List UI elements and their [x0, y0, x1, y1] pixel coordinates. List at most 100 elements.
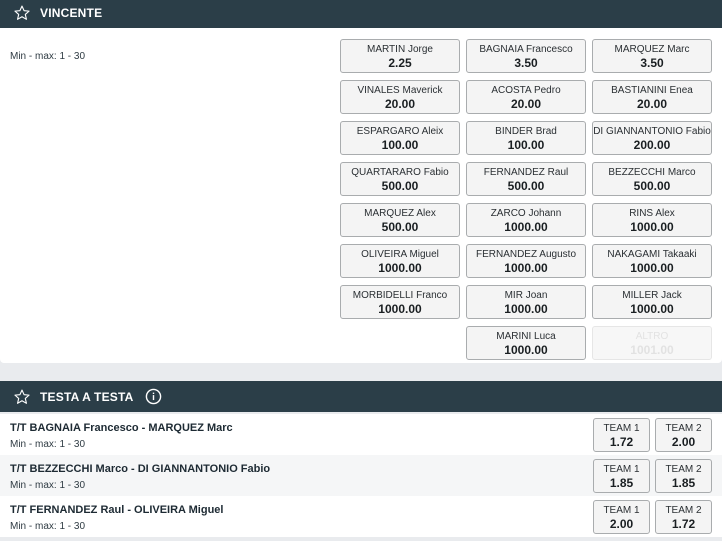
rider-name: QUARTARARO Fabio — [351, 167, 449, 178]
odd-value: 2.00 — [609, 517, 634, 531]
info-circle-icon[interactable] — [145, 388, 162, 405]
rider-name: MIR Joan — [504, 290, 548, 301]
rider-name: DI GIANNANTONIO Fabio — [593, 126, 711, 137]
team-label: TEAM 1 — [603, 505, 640, 516]
match-row: T/T BEZZECCHI Marco - DI GIANNANTONIO Fa… — [0, 455, 722, 496]
odd-button[interactable]: NAKAGAMI Takaaki 1000.00 — [592, 244, 712, 278]
rider-name: ACOSTA Pedro — [491, 85, 561, 96]
odd-value: 1000.00 — [504, 343, 548, 357]
odd-button[interactable]: MIR Joan 1000.00 — [466, 285, 586, 319]
team1-odd-button[interactable]: TEAM 1 1.72 — [593, 418, 650, 452]
odd-button[interactable]: BAGNAIA Francesco 3.50 — [466, 39, 586, 73]
odd-button[interactable]: OLIVEIRA Miguel 1000.00 — [340, 244, 460, 278]
odd-value: 20.00 — [384, 97, 416, 111]
odd-value: 1000.00 — [630, 302, 674, 316]
star-outline-icon[interactable] — [13, 388, 31, 406]
match-title: T/T BAGNAIA Francesco - MARQUEZ Marc — [10, 422, 233, 434]
team-label: TEAM 2 — [665, 505, 702, 516]
team-label: TEAM 2 — [665, 423, 702, 434]
team-label: TEAM 1 — [603, 423, 640, 434]
team-label: TEAM 2 — [665, 464, 702, 475]
section-title: VINCENTE — [40, 5, 103, 20]
odd-button[interactable]: ACOSTA Pedro 20.00 — [466, 80, 586, 114]
testa-a-testa-header: TESTA A TESTA — [0, 381, 722, 412]
team2-odd-button[interactable]: TEAM 2 1.72 — [655, 500, 712, 534]
odd-value: 500.00 — [381, 220, 419, 234]
rider-name: MARINI Luca — [496, 331, 556, 342]
odd-value: 500.00 — [381, 179, 419, 193]
odd-button[interactable]: DI GIANNANTONIO Fabio 200.00 — [592, 121, 712, 155]
odd-button-disabled: ALTRO 1001.00 — [592, 326, 712, 360]
odd-value: 1000.00 — [378, 261, 422, 275]
team2-odd-button[interactable]: TEAM 2 1.85 — [655, 459, 712, 493]
odd-value: 1000.00 — [504, 302, 548, 316]
odd-value: 2.00 — [671, 435, 696, 449]
rider-name: FERNANDEZ Raul — [483, 167, 569, 178]
odd-value: 1000.00 — [504, 261, 548, 275]
odd-button[interactable]: BINDER Brad 100.00 — [466, 121, 586, 155]
rider-name: MILLER Jack — [622, 290, 682, 301]
odd-value: 1.72 — [609, 435, 634, 449]
odd-value: 1.85 — [671, 476, 696, 490]
odd-value: 200.00 — [633, 138, 671, 152]
match-title: T/T BEZZECCHI Marco - DI GIANNANTONIO Fa… — [10, 463, 271, 475]
odd-value: 20.00 — [510, 97, 542, 111]
rider-name: OLIVEIRA Miguel — [361, 249, 439, 260]
odd-button[interactable]: VINALES Maverick 20.00 — [340, 80, 460, 114]
team-label: TEAM 1 — [603, 464, 640, 475]
odd-button[interactable]: MARTIN Jorge 2.25 — [340, 39, 460, 73]
odd-value: 1000.00 — [378, 302, 422, 316]
match-title: T/T FERNANDEZ Raul - OLIVEIRA Miguel — [10, 504, 224, 516]
rider-name: ZARCO Johann — [490, 208, 562, 219]
odd-value: 3.50 — [514, 56, 538, 70]
rider-name: BAGNAIA Francesco — [479, 44, 573, 55]
odd-button[interactable]: FERNANDEZ Raul 500.00 — [466, 162, 586, 196]
rider-name: BINDER Brad — [495, 126, 557, 137]
team1-odd-button[interactable]: TEAM 1 2.00 — [593, 500, 650, 534]
odd-button[interactable]: MARQUEZ Marc 3.50 — [592, 39, 712, 73]
odd-value: 100.00 — [507, 138, 545, 152]
odd-button[interactable]: ESPARGARO Aleix 100.00 — [340, 121, 460, 155]
min-max-label: Min - max: 1 - 30 — [10, 521, 86, 532]
team1-odd-button[interactable]: TEAM 1 1.85 — [593, 459, 650, 493]
odd-value: 1000.00 — [504, 220, 548, 234]
rider-name: BASTIANINI Enea — [611, 85, 693, 96]
odd-button[interactable]: ZARCO Johann 1000.00 — [466, 203, 586, 237]
odd-value: 20.00 — [636, 97, 668, 111]
min-max-label: Min - max: 1 - 30 — [10, 51, 86, 62]
odd-value: 1.85 — [609, 476, 634, 490]
odd-value: 1.72 — [671, 517, 696, 531]
odd-value: 1000.00 — [630, 220, 674, 234]
match-row: T/T FERNANDEZ Raul - OLIVEIRA Miguel Min… — [0, 496, 722, 537]
rider-name: MARQUEZ Alex — [364, 208, 436, 219]
odd-value: 100.00 — [381, 138, 419, 152]
match-row: T/T BAGNAIA Francesco - MARQUEZ Marc Min… — [0, 414, 722, 455]
team2-odd-button[interactable]: TEAM 2 2.00 — [655, 418, 712, 452]
odd-value: 500.00 — [633, 179, 671, 193]
odd-value: 1000.00 — [630, 261, 674, 275]
odd-value: 3.50 — [640, 56, 664, 70]
rider-name: MORBIDELLI Franco — [352, 290, 448, 301]
star-outline-icon[interactable] — [13, 4, 31, 22]
vincente-header: VINCENTE — [0, 0, 722, 28]
odd-button[interactable]: BASTIANINI Enea 20.00 — [592, 80, 712, 114]
rider-name: RINS Alex — [629, 208, 675, 219]
odd-button[interactable]: RINS Alex 1000.00 — [592, 203, 712, 237]
odd-button[interactable]: MARQUEZ Alex 500.00 — [340, 203, 460, 237]
odd-button[interactable]: BEZZECCHI Marco 500.00 — [592, 162, 712, 196]
rider-name: MARQUEZ Marc — [614, 44, 690, 55]
odd-button[interactable]: QUARTARARO Fabio 500.00 — [340, 162, 460, 196]
rider-name: NAKAGAMI Takaaki — [607, 249, 697, 260]
odd-value: 500.00 — [507, 179, 545, 193]
odd-button[interactable]: MARINI Luca 1000.00 — [466, 326, 586, 360]
odd-button[interactable]: FERNANDEZ Augusto 1000.00 — [466, 244, 586, 278]
odd-button[interactable]: MORBIDELLI Franco 1000.00 — [340, 285, 460, 319]
rider-name: BEZZECCHI Marco — [608, 167, 696, 178]
vincente-panel: Min - max: 1 - 30 MARTIN Jorge 2.25 BAGNA… — [0, 28, 722, 363]
odd-button[interactable]: MILLER Jack 1000.00 — [592, 285, 712, 319]
odd-value: 1001.00 — [630, 343, 674, 357]
min-max-label: Min - max: 1 - 30 — [10, 480, 86, 491]
rider-name: VINALES Maverick — [357, 85, 443, 96]
rider-name: ESPARGARO Aleix — [356, 126, 444, 137]
rider-name: ALTRO — [635, 331, 669, 342]
